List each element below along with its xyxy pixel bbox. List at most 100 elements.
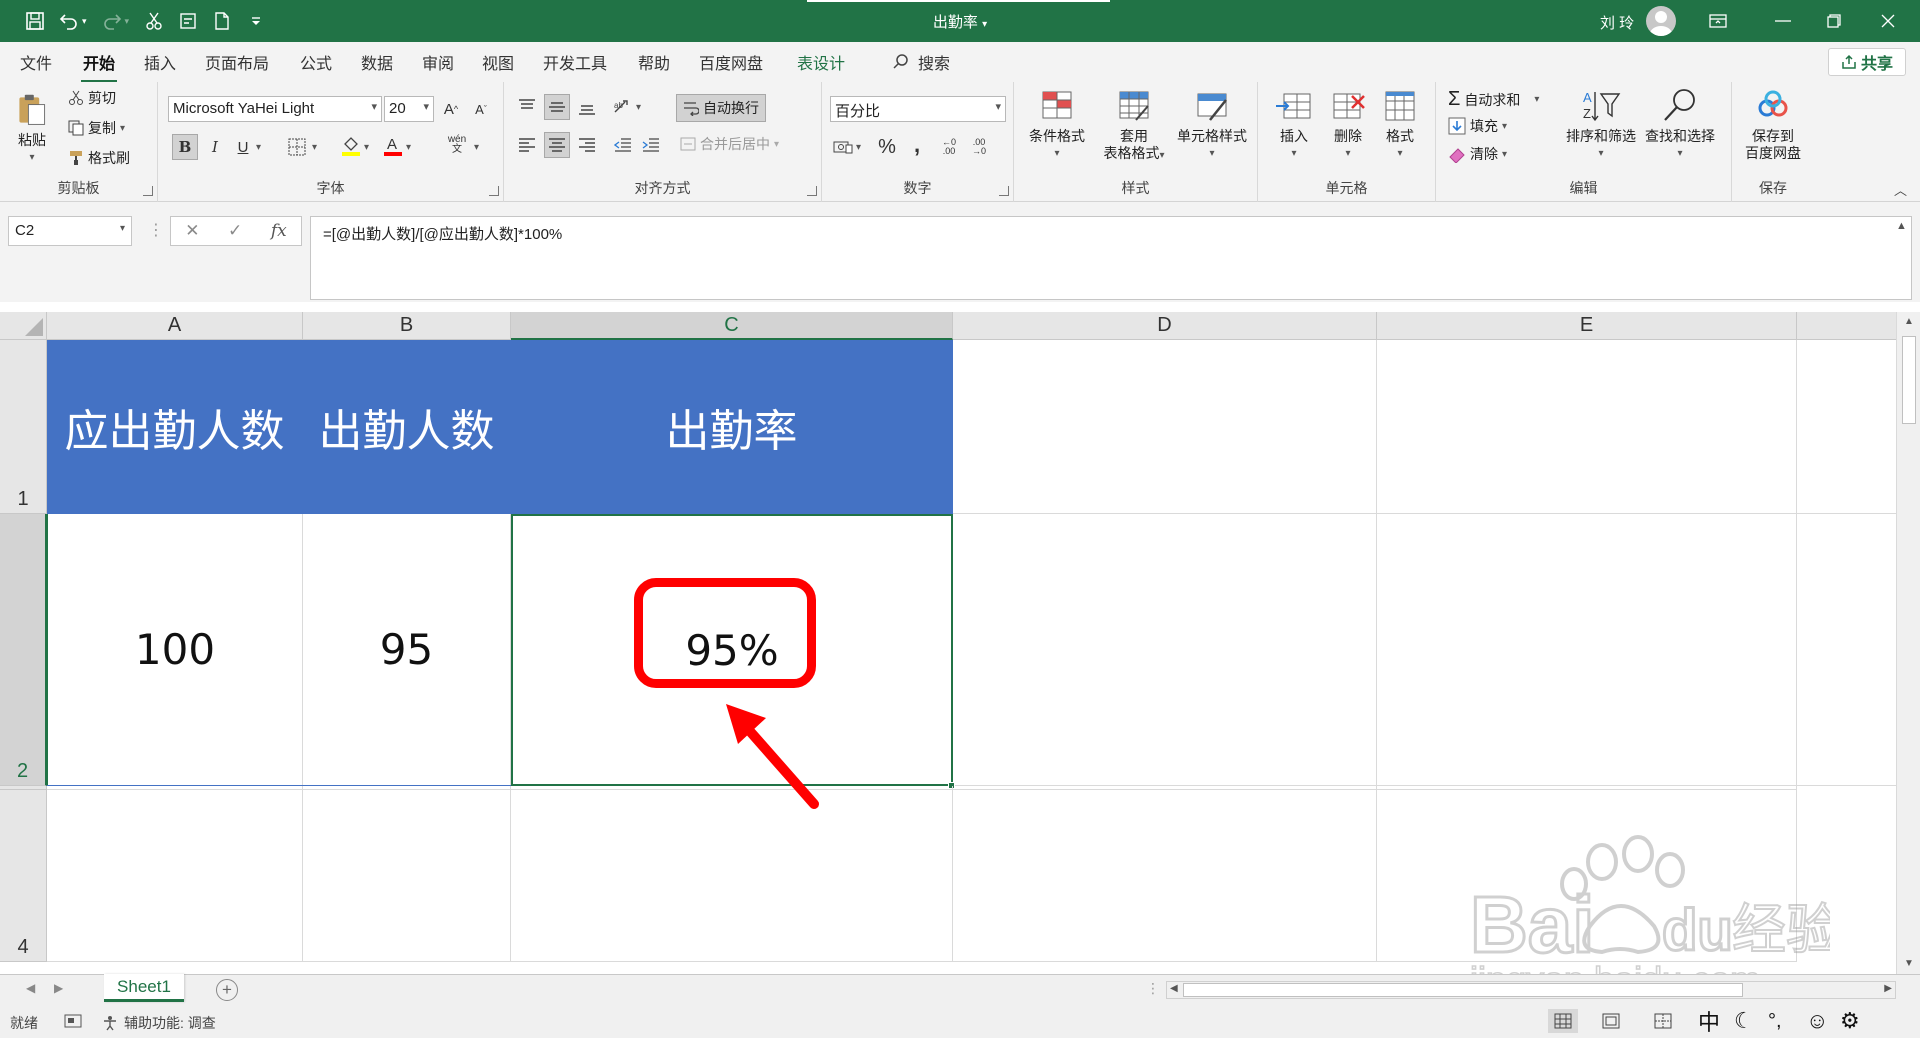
ime-punctuation[interactable]: °, (1768, 1006, 1782, 1036)
column-header-a[interactable]: A (47, 312, 303, 340)
find-select-button[interactable]: 查找和选择 ▾ (1640, 86, 1720, 162)
scroll-up-icon[interactable]: ▲ (1904, 316, 1914, 327)
column-header-b[interactable]: B (303, 312, 511, 340)
increase-font-icon[interactable]: A ^ (438, 96, 464, 122)
cell-e1[interactable] (1377, 340, 1797, 514)
format-painter-button[interactable]: 格式刷 (68, 148, 130, 168)
tab-help[interactable]: 帮助 (636, 50, 672, 74)
font-size-combo[interactable]: 20 ▾ (384, 96, 434, 122)
font-color-icon[interactable]: A (380, 132, 406, 158)
row-header-4[interactable]: 4 (0, 790, 47, 962)
italic-icon[interactable]: I (202, 134, 228, 160)
scissors-icon[interactable] (139, 6, 169, 36)
tab-file[interactable]: 文件 (18, 50, 54, 74)
bold-icon[interactable]: B (172, 134, 198, 160)
cancel-icon[interactable]: ✕ (185, 221, 199, 241)
save-to-netdisk-button[interactable]: 保存到 百度网盘 (1738, 86, 1808, 162)
conditional-formatting-button[interactable]: 条件格式 ▾ (1022, 86, 1092, 162)
cell-e2[interactable] (1377, 514, 1797, 786)
prev-sheet-icon[interactable]: ◀ (26, 981, 35, 995)
enter-icon[interactable]: ✓ (228, 221, 242, 241)
column-header-d[interactable]: D (953, 312, 1377, 340)
cell-b1[interactable]: 出勤人数 (303, 340, 511, 514)
name-box[interactable]: C2 ▾ (8, 216, 132, 246)
comma-icon[interactable]: , (904, 132, 930, 158)
customize-qat-icon[interactable] (241, 6, 271, 36)
tab-insert[interactable]: 插入 (142, 50, 178, 74)
scroll-down-icon[interactable]: ▼ (1904, 958, 1914, 969)
emoji-icon[interactable]: ☺ (1806, 1006, 1828, 1036)
page-break-view-icon[interactable] (1648, 1009, 1678, 1033)
cell-a2[interactable]: 100 (47, 514, 303, 786)
borders-dropdown-icon[interactable]: ▾ (312, 142, 317, 153)
format-as-table-button[interactable]: 套用 表格格式▾ (1098, 86, 1170, 164)
sort-filter-button[interactable]: AZ 排序和筛选 ▾ (1562, 86, 1640, 162)
search-box[interactable]: 搜索 (892, 50, 950, 74)
column-header-c[interactable]: C (511, 312, 953, 340)
share-button[interactable]: 共享 (1828, 48, 1906, 76)
next-sheet-icon[interactable]: ▶ (54, 981, 63, 995)
delete-cells-button[interactable]: 删除 ▾ (1322, 86, 1374, 162)
ribbon-display-icon[interactable] (1692, 0, 1744, 42)
tab-developer[interactable]: 开发工具 (541, 50, 609, 74)
ime-settings-icon[interactable]: ⚙ (1840, 1006, 1860, 1036)
cell-a1[interactable]: 应出勤人数 (47, 340, 303, 514)
underline-dropdown-icon[interactable]: ▾ (256, 142, 261, 153)
moon-icon[interactable]: ☾ (1734, 1006, 1754, 1036)
horizontal-scroll-thumb[interactable] (1183, 983, 1743, 997)
redo-icon[interactable] (97, 6, 127, 36)
decrease-decimal-icon[interactable]: .00 →0 (966, 134, 992, 160)
phonetic-dropdown-icon[interactable]: ▾ (474, 142, 479, 153)
font-launcher-icon[interactable] (489, 186, 499, 196)
tab-page-layout[interactable]: 页面布局 (203, 50, 271, 74)
font-name-combo[interactable]: Microsoft YaHei Light ▾ (168, 96, 382, 122)
increase-indent-icon[interactable] (638, 132, 664, 158)
undo-icon[interactable] (54, 6, 84, 36)
format-cells-button[interactable]: 格式 ▾ (1374, 86, 1426, 162)
page-layout-view-icon[interactable] (1596, 1009, 1626, 1033)
insert-function-icon[interactable]: fx (271, 221, 287, 241)
add-sheet-icon[interactable]: + (216, 979, 238, 1001)
cell-f1[interactable] (1797, 340, 1897, 514)
percent-icon[interactable]: % (874, 134, 900, 160)
formula-collapse-icon[interactable]: ▲ (1896, 220, 1907, 232)
cut-button[interactable]: 剪切 (68, 88, 116, 108)
cell-d4[interactable] (953, 790, 1377, 962)
new-file-icon[interactable] (207, 6, 237, 36)
tab-baidu-netdisk[interactable]: 百度网盘 (697, 50, 765, 74)
undo-dropdown-icon[interactable]: ▾ (82, 16, 87, 27)
align-top-icon[interactable] (514, 94, 540, 120)
cell-a4[interactable] (47, 790, 303, 962)
cell-b4[interactable] (303, 790, 511, 962)
column-header-e[interactable]: E (1377, 312, 1797, 340)
cell-f2[interactable] (1797, 514, 1897, 786)
cell-d2[interactable] (953, 514, 1377, 786)
tab-formulas[interactable]: 公式 (298, 50, 334, 74)
user-name[interactable]: 刘 玲 (1600, 12, 1634, 33)
save-icon[interactable] (20, 6, 50, 36)
collapse-ribbon-icon[interactable]: ︿ (1894, 180, 1907, 199)
align-center-icon[interactable] (544, 132, 570, 158)
borders-icon[interactable] (284, 134, 310, 160)
sheet-tab-sheet1[interactable]: Sheet1 (104, 974, 184, 1002)
tab-splitter-icon[interactable]: ⋮ (1146, 980, 1160, 997)
align-left-icon[interactable] (514, 132, 540, 158)
fill-button[interactable]: 填充 ▾ (1448, 116, 1507, 136)
fill-color-dropdown-icon[interactable]: ▾ (364, 142, 369, 153)
phonetic-icon[interactable]: wén 文 (444, 132, 470, 158)
tab-view[interactable]: 视图 (480, 50, 516, 74)
fill-color-icon[interactable] (338, 132, 364, 158)
paste-button[interactable]: 粘贴 ▾ (14, 90, 50, 166)
accounting-dropdown-icon[interactable]: ▾ (856, 142, 861, 153)
increase-decimal-icon[interactable]: ←0.00 (936, 134, 962, 160)
cell-c1[interactable]: 出勤率 (511, 340, 953, 514)
horizontal-scrollbar[interactable]: ◀ ▶ (1166, 981, 1896, 999)
orientation-dropdown-icon[interactable]: ▾ (636, 102, 641, 113)
accessibility-status[interactable]: 辅助功能: 调查 (102, 1013, 216, 1033)
align-middle-icon[interactable] (544, 94, 570, 120)
align-bottom-icon[interactable] (574, 94, 600, 120)
cell-styles-button[interactable]: 单元格样式 ▾ (1172, 86, 1252, 162)
cell-d1[interactable] (953, 340, 1377, 514)
restore-icon[interactable] (1808, 0, 1860, 42)
row-header-1[interactable]: 1 (0, 340, 47, 514)
